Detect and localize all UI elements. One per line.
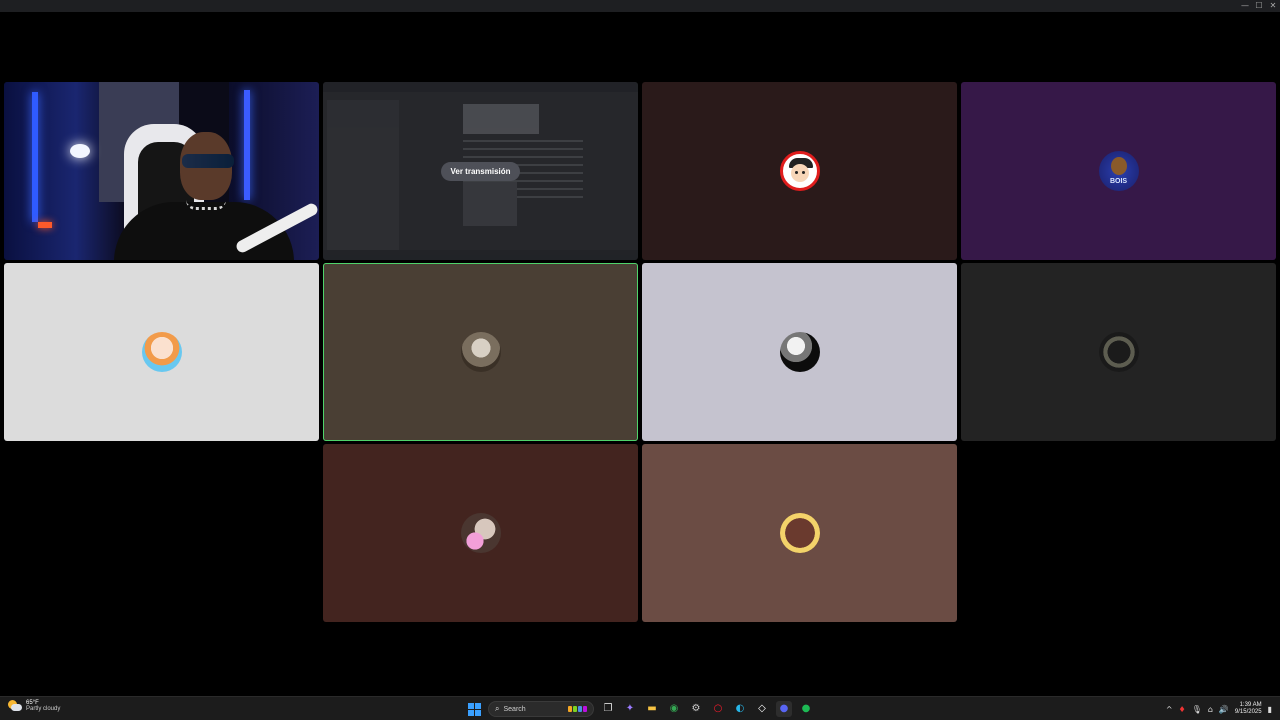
weather-widget[interactable]: 65°F Partly cloudy (8, 700, 60, 713)
discord-icon[interactable]: ● (776, 701, 792, 717)
participant-tile-red-cartoon[interactable] (642, 82, 957, 260)
participant-tile-streamer-camera[interactable] (4, 82, 319, 260)
neon-light (244, 90, 250, 200)
red-light (38, 222, 52, 228)
settings-icon[interactable]: ⚙ (688, 701, 704, 717)
search-highlight-icon (568, 706, 587, 712)
participant-tile-bois[interactable]: BOIS (961, 82, 1276, 260)
minimize-button[interactable]: — (1238, 0, 1252, 12)
neon-light (32, 92, 38, 222)
streamer-sunglasses (182, 154, 234, 168)
watch-stream-button[interactable]: Ver transmisión (441, 161, 520, 181)
close-button[interactable]: ✕ (1266, 0, 1280, 12)
tray-app-icon[interactable]: ♦ (1179, 705, 1186, 714)
opera-icon[interactable]: ○ (710, 701, 726, 717)
tray-overflow-icon[interactable]: ^ (1166, 705, 1173, 714)
weather-description: Partly cloudy (26, 706, 61, 713)
avatar (460, 332, 501, 372)
taskbar-clock[interactable]: 1:39 AM 9/15/2025 (1235, 702, 1262, 715)
avatar: BOIS (1098, 151, 1139, 191)
network-icon[interactable]: ⌂ (1208, 705, 1213, 714)
copilot-icon[interactable]: ✦ (622, 701, 638, 717)
clock-date: 9/15/2025 (1234, 709, 1262, 715)
avatar (1098, 332, 1139, 372)
taskbar: 65°F Partly cloudy ⌕ Search ❐ ✦ ▬ ◉ ⚙ ○ … (0, 696, 1280, 720)
participant-tile-flower-user[interactable] (323, 444, 638, 622)
capcut-icon[interactable]: ◇ (754, 701, 770, 717)
participant-tile-anime-girl[interactable] (4, 263, 319, 441)
notification-icon[interactable]: ▮ (1268, 705, 1272, 714)
participant-tile-screen-share[interactable]: Ver transmisión (323, 82, 638, 260)
task-view-icon[interactable]: ❐ (600, 701, 616, 717)
lamp (70, 144, 90, 158)
system-tray: ^ ♦ 🎙 ⌂ 🔊 1:39 AM 9/15/2025 ▮ (1166, 700, 1272, 718)
avatar (779, 151, 820, 191)
search-icon: ⌕ (495, 704, 500, 713)
microphone-icon[interactable]: 🎙 (1192, 705, 1202, 714)
window-titlebar: — ☐ ✕ (0, 0, 1280, 12)
volume-icon[interactable]: 🔊 (1219, 705, 1229, 714)
windows-icon (467, 702, 481, 716)
taskbar-apps: ⌕ Search ❐ ✦ ▬ ◉ ⚙ ○ ◐ ◇ ● ● (466, 700, 814, 718)
participant-tile-bw-user[interactable] (642, 263, 957, 441)
partly-cloudy-icon (8, 700, 22, 712)
avatar (460, 513, 501, 553)
streamer-chain (186, 200, 226, 210)
participant-tile-gold-user[interactable] (642, 444, 957, 622)
spotify-icon[interactable]: ● (798, 701, 814, 717)
avatar (141, 332, 182, 372)
participant-tile-dark-user[interactable] (961, 263, 1276, 441)
avatar-text: BOIS (1109, 178, 1128, 185)
clock-time: 1:39 AM (1239, 702, 1262, 709)
avatar (779, 513, 820, 553)
chrome-icon[interactable]: ◉ (666, 701, 682, 717)
start-button[interactable] (466, 701, 482, 717)
taskbar-search[interactable]: ⌕ Search (488, 701, 594, 717)
avatar (779, 332, 820, 372)
participant-tile-photo-user[interactable] (323, 263, 638, 441)
maximize-button[interactable]: ☐ (1252, 0, 1266, 12)
file-explorer-icon[interactable]: ▬ (644, 701, 660, 717)
search-placeholder: Search (503, 705, 526, 713)
call-stage: Ver transmisión BOIS (0, 12, 1280, 696)
edge-icon[interactable]: ◐ (732, 701, 748, 717)
